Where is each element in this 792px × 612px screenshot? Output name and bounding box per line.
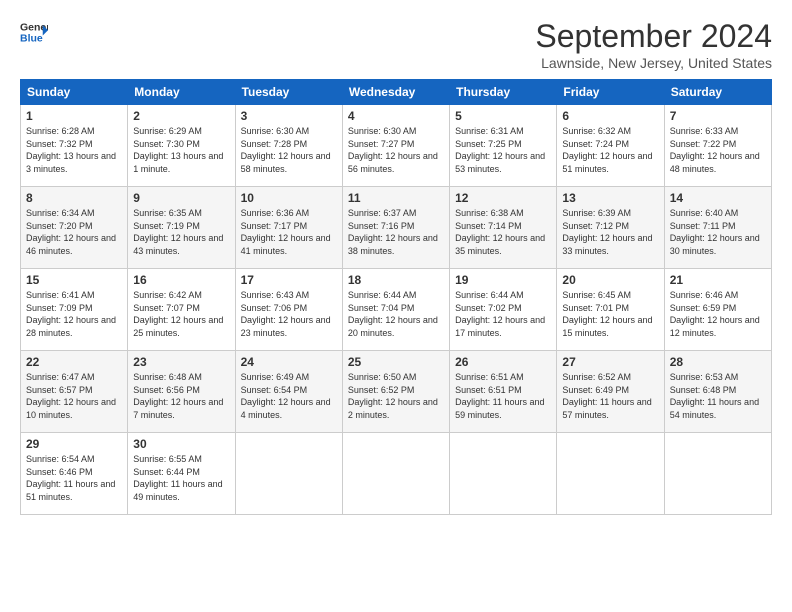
header-tuesday: Tuesday	[235, 80, 342, 105]
table-row: 10Sunrise: 6:36 AMSunset: 7:17 PMDayligh…	[235, 187, 342, 269]
calendar-body: 1Sunrise: 6:28 AMSunset: 7:32 PMDaylight…	[21, 105, 772, 515]
calendar-table: Sunday Monday Tuesday Wednesday Thursday…	[20, 79, 772, 515]
header-sunday: Sunday	[21, 80, 128, 105]
table-row: 7Sunrise: 6:33 AMSunset: 7:22 PMDaylight…	[664, 105, 771, 187]
table-row: 14Sunrise: 6:40 AMSunset: 7:11 PMDayligh…	[664, 187, 771, 269]
table-row	[342, 433, 449, 515]
weekday-header-row: Sunday Monday Tuesday Wednesday Thursday…	[21, 80, 772, 105]
svg-text:Blue: Blue	[20, 33, 43, 45]
table-row: 17Sunrise: 6:43 AMSunset: 7:06 PMDayligh…	[235, 269, 342, 351]
header-saturday: Saturday	[664, 80, 771, 105]
table-row	[557, 433, 664, 515]
month-title: September 2024	[535, 18, 772, 55]
title-block: September 2024 Lawnside, New Jersey, Uni…	[535, 18, 772, 71]
table-row: 24Sunrise: 6:49 AMSunset: 6:54 PMDayligh…	[235, 351, 342, 433]
table-row	[235, 433, 342, 515]
location: Lawnside, New Jersey, United States	[535, 55, 772, 71]
table-row	[664, 433, 771, 515]
table-row: 16Sunrise: 6:42 AMSunset: 7:07 PMDayligh…	[128, 269, 235, 351]
table-row: 23Sunrise: 6:48 AMSunset: 6:56 PMDayligh…	[128, 351, 235, 433]
table-row: 5Sunrise: 6:31 AMSunset: 7:25 PMDaylight…	[450, 105, 557, 187]
table-row	[450, 433, 557, 515]
table-row: 6Sunrise: 6:32 AMSunset: 7:24 PMDaylight…	[557, 105, 664, 187]
table-row: 26Sunrise: 6:51 AMSunset: 6:51 PMDayligh…	[450, 351, 557, 433]
table-row: 2Sunrise: 6:29 AMSunset: 7:30 PMDaylight…	[128, 105, 235, 187]
table-row: 20Sunrise: 6:45 AMSunset: 7:01 PMDayligh…	[557, 269, 664, 351]
table-row: 25Sunrise: 6:50 AMSunset: 6:52 PMDayligh…	[342, 351, 449, 433]
table-row: 9Sunrise: 6:35 AMSunset: 7:19 PMDaylight…	[128, 187, 235, 269]
table-row: 18Sunrise: 6:44 AMSunset: 7:04 PMDayligh…	[342, 269, 449, 351]
table-row: 8Sunrise: 6:34 AMSunset: 7:20 PMDaylight…	[21, 187, 128, 269]
header-monday: Monday	[128, 80, 235, 105]
table-row: 15Sunrise: 6:41 AMSunset: 7:09 PMDayligh…	[21, 269, 128, 351]
table-row: 29Sunrise: 6:54 AMSunset: 6:46 PMDayligh…	[21, 433, 128, 515]
table-row: 22Sunrise: 6:47 AMSunset: 6:57 PMDayligh…	[21, 351, 128, 433]
table-row: 30Sunrise: 6:55 AMSunset: 6:44 PMDayligh…	[128, 433, 235, 515]
header-thursday: Thursday	[450, 80, 557, 105]
table-row: 11Sunrise: 6:37 AMSunset: 7:16 PMDayligh…	[342, 187, 449, 269]
table-row: 12Sunrise: 6:38 AMSunset: 7:14 PMDayligh…	[450, 187, 557, 269]
table-row: 13Sunrise: 6:39 AMSunset: 7:12 PMDayligh…	[557, 187, 664, 269]
table-row: 21Sunrise: 6:46 AMSunset: 6:59 PMDayligh…	[664, 269, 771, 351]
table-row: 27Sunrise: 6:52 AMSunset: 6:49 PMDayligh…	[557, 351, 664, 433]
calendar-page: General Blue September 2024 Lawnside, Ne…	[0, 0, 792, 612]
header-wednesday: Wednesday	[342, 80, 449, 105]
logo-icon: General Blue	[20, 18, 48, 46]
table-row: 4Sunrise: 6:30 AMSunset: 7:27 PMDaylight…	[342, 105, 449, 187]
table-row: 3Sunrise: 6:30 AMSunset: 7:28 PMDaylight…	[235, 105, 342, 187]
table-row: 28Sunrise: 6:53 AMSunset: 6:48 PMDayligh…	[664, 351, 771, 433]
header-friday: Friday	[557, 80, 664, 105]
logo: General Blue	[20, 18, 48, 46]
table-row: 19Sunrise: 6:44 AMSunset: 7:02 PMDayligh…	[450, 269, 557, 351]
header: General Blue September 2024 Lawnside, Ne…	[20, 18, 772, 71]
table-row: 1Sunrise: 6:28 AMSunset: 7:32 PMDaylight…	[21, 105, 128, 187]
